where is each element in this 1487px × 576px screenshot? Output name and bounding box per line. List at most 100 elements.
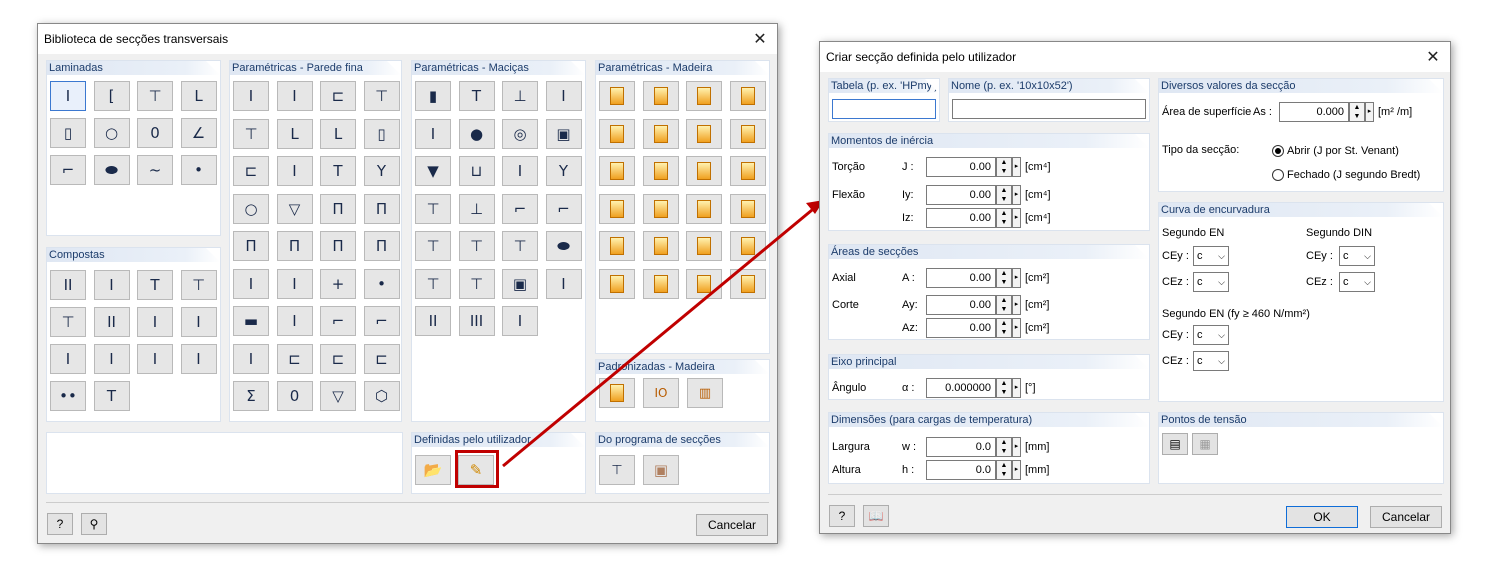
a-spinner[interactable]: ▲ ▼ (996, 268, 1012, 288)
alpha-arrow[interactable]: ▸ (1012, 378, 1021, 398)
az-spinner[interactable]: ▲ ▼ (996, 318, 1012, 338)
user-cancel-button[interactable]: Cancelar (1370, 506, 1442, 528)
a-unit: [cm²] (1025, 272, 1050, 284)
ay-input[interactable]: 0.00 (926, 295, 996, 315)
en460-cey-select[interactable]: c ⌵ (1193, 325, 1229, 345)
h-input[interactable]: 0.0 (926, 460, 996, 480)
h-arrow[interactable]: ▸ (1012, 460, 1021, 480)
iz-input[interactable]: 0.00 (926, 208, 996, 228)
curva-group: Curva de encurvadura Segundo EN Segundo … (1158, 202, 1444, 402)
w-arrow[interactable]: ▸ (1012, 437, 1021, 457)
din-cey-select[interactable]: c ⌵ (1339, 246, 1375, 266)
chevron-down-icon: ⌵ (1218, 277, 1225, 287)
alpha-spinner[interactable]: ▲ ▼ (996, 378, 1012, 398)
h-label: h : (902, 464, 915, 476)
fechado-radio[interactable]: Fechado (J segundo Bredt) (1272, 169, 1421, 182)
diversos-group: Diversos valores da secção Área de super… (1158, 78, 1444, 192)
flexao-label: Flexão (832, 189, 866, 201)
nome-label: Nome (p. ex. '10x10x52') (949, 79, 1149, 93)
a-input[interactable]: 0.00 (926, 268, 996, 288)
en-cey-value: c (1197, 250, 1203, 262)
az-input[interactable]: 0.00 (926, 318, 996, 338)
fechado-radio-dot (1272, 169, 1284, 182)
inercia-header: Momentos de inércia (829, 134, 1149, 148)
ay-unit: [cm²] (1025, 299, 1050, 311)
en460-cey-label: CEy : (1162, 329, 1189, 341)
as-arrow[interactable]: ▸ (1365, 102, 1374, 122)
en-cez-value: c (1197, 276, 1203, 288)
j-spinner[interactable]: ▲ ▼ (996, 157, 1012, 177)
as-input[interactable]: 0.000 (1279, 102, 1349, 122)
eixo-header: Eixo principal (829, 355, 1149, 369)
corte-label: Corte (832, 299, 859, 311)
j-input[interactable]: 0.00 (926, 157, 996, 177)
chevron-down-icon: ⌵ (1218, 356, 1225, 366)
iy-input[interactable]: 0.00 (926, 185, 996, 205)
a-label: A : (902, 272, 915, 284)
inercia-group: Momentos de inércia Torção J : 0.00 ▲ ▼ ▸… (828, 133, 1150, 231)
a-arrow[interactable]: ▸ (1012, 268, 1021, 288)
en-cez-select[interactable]: c ⌵ (1193, 272, 1229, 292)
ay-arrow[interactable]: ▸ (1012, 295, 1021, 315)
w-input[interactable]: 0.0 (926, 437, 996, 457)
tabela-group: Tabela (p. ex. 'HPmy') (828, 78, 940, 122)
ay-spinner[interactable]: ▲ ▼ (996, 295, 1012, 315)
close-icon[interactable]: ✕ (1420, 45, 1446, 69)
h-unit: [mm] (1025, 464, 1050, 476)
az-label: Az: (902, 322, 918, 334)
chevron-down-icon: ⌵ (1364, 277, 1371, 287)
areas-group: Áreas de secções Axial A : 0.00 ▲ ▼ ▸ [cm… (828, 244, 1150, 340)
diversos-header: Diversos valores da secção (1159, 79, 1443, 93)
stress-points-edit-icon[interactable]: ▤ (1162, 433, 1188, 455)
iy-unit: [cm⁴] (1025, 189, 1051, 201)
tipo-label: Tipo da secção: (1162, 144, 1240, 156)
iy-arrow[interactable]: ▸ (1012, 185, 1021, 205)
user-titlebar: Criar secção definida pelo utilizador ✕ (820, 42, 1450, 72)
nome-input[interactable] (952, 99, 1146, 119)
eixo-group: Eixo principal Ângulo α : 0.000000 ▲ ▼ ▸ … (828, 354, 1150, 400)
w-spinner[interactable]: ▲ ▼ (996, 437, 1012, 457)
en-cey-label: CEy : (1162, 250, 1189, 262)
en460-cey-value: c (1197, 329, 1203, 341)
ok-button[interactable]: OK (1286, 506, 1358, 528)
din-cez-select[interactable]: c ⌵ (1339, 272, 1375, 292)
iz-unit: [cm⁴] (1025, 212, 1051, 224)
alpha-input[interactable]: 0.000000 (926, 378, 996, 398)
en460-cez-label: CEz : (1162, 355, 1189, 367)
curva-header: Curva de encurvadura (1159, 203, 1443, 217)
fechado-label: Fechado (J segundo Bredt) (1287, 169, 1421, 181)
axial-label: Axial (832, 272, 856, 284)
j-label: J : (902, 161, 914, 173)
area-sup-label: Área de superfície (1162, 106, 1252, 118)
as-spinner[interactable]: ▲ ▼ (1349, 102, 1365, 122)
alpha-label: α : (902, 382, 915, 394)
abrir-radio-dot (1272, 145, 1284, 158)
segundo-en460-label: Segundo EN (fy ≥ 460 N/mm²) (1162, 308, 1310, 320)
chevron-down-icon: ⌵ (1218, 251, 1225, 261)
book-icon[interactable]: 📖 (863, 505, 889, 527)
iy-label: Iy: (902, 189, 914, 201)
tabela-label: Tabela (p. ex. 'HPmy') (831, 80, 938, 92)
iz-spinner[interactable]: ▲ ▼ (996, 208, 1012, 228)
en460-cez-select[interactable]: c ⌵ (1193, 351, 1229, 371)
h-spinner[interactable]: ▲ ▼ (996, 460, 1012, 480)
abrir-label: Abrir (J por St. Venant) (1287, 145, 1399, 157)
footer-separator (828, 494, 1442, 495)
tabela-input[interactable] (832, 99, 936, 119)
dimensoes-group: Dimensões (para cargas de temperatura) L… (828, 412, 1150, 484)
en-cey-select[interactable]: c ⌵ (1193, 246, 1229, 266)
iz-arrow[interactable]: ▸ (1012, 208, 1021, 228)
pontos-group: Pontos de tensão ▤ ▦ (1158, 412, 1444, 484)
help-icon[interactable]: ? (829, 505, 855, 527)
user-title: Criar secção definida pelo utilizador (826, 50, 1017, 64)
iy-spinner[interactable]: ▲ ▼ (996, 185, 1012, 205)
abrir-radio[interactable]: Abrir (J por St. Venant) (1272, 145, 1399, 158)
w-unit: [mm] (1025, 441, 1050, 453)
az-arrow[interactable]: ▸ (1012, 318, 1021, 338)
stress-points-view-icon[interactable]: ▦ (1192, 433, 1218, 455)
nome-group: Nome (p. ex. '10x10x52') (948, 78, 1150, 122)
dimensoes-header: Dimensões (para cargas de temperatura) (829, 413, 1149, 427)
j-arrow[interactable]: ▸ (1012, 157, 1021, 177)
din-cey-value: c (1343, 250, 1349, 262)
angulo-label: Ângulo (832, 382, 867, 394)
